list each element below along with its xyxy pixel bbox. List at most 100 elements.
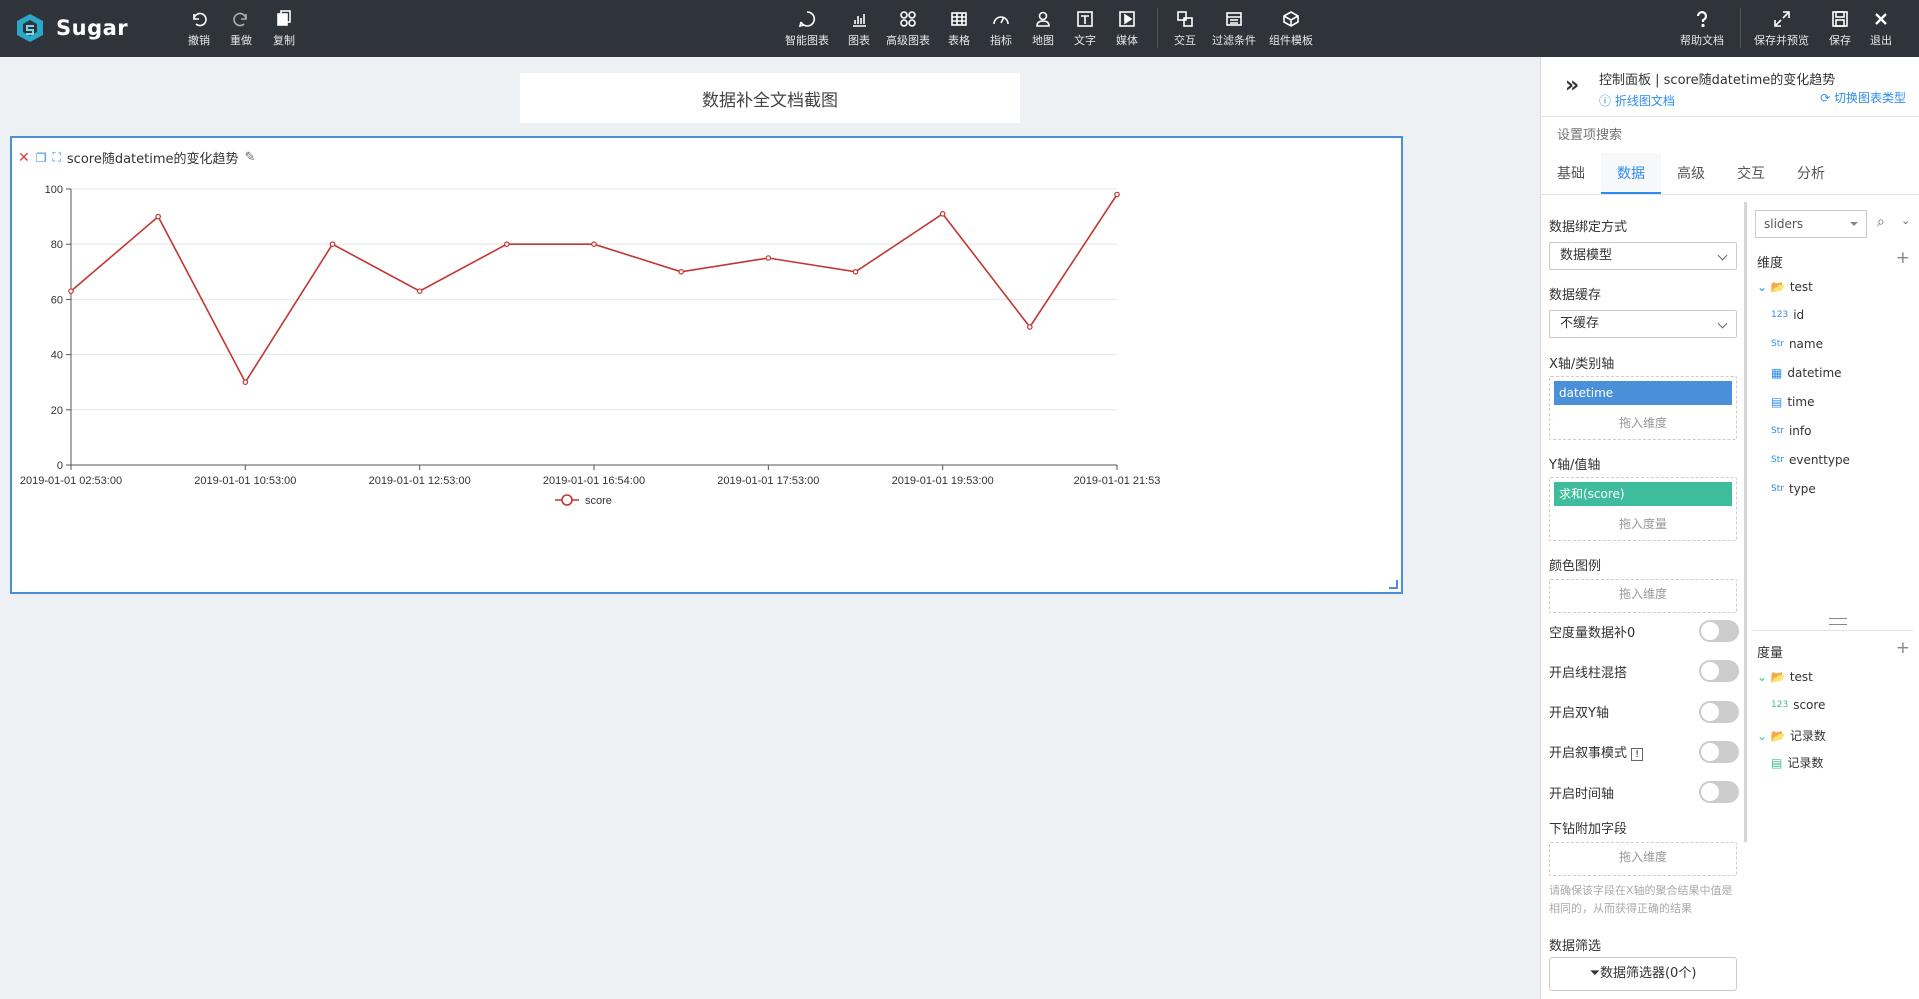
interaction-button[interactable]: 交互 (1174, 10, 1196, 48)
tab-analysis[interactable]: 分析 (1781, 153, 1841, 194)
field-record-count[interactable]: ▤ 记录数 (1771, 754, 1823, 771)
chart-component[interactable]: 0 20 40 60 80 100 2019-01-01 02:53:00 2019-01-0… (10, 136, 1403, 594)
gauge-icon (993, 16, 1009, 25)
chart-header: ✕ ❐ ⛶ score随datetime的变化趋势 ✎ (18, 148, 256, 168)
x-tick-label: 2019-01-01 12:53:00 (369, 475, 471, 487)
tab-interaction[interactable]: 交互 (1721, 153, 1781, 194)
score-point (242, 379, 249, 386)
tab-data[interactable]: 数据 (1601, 153, 1661, 194)
score-line (70, 194, 1118, 384)
drill-dropzone[interactable]: 拖入维度 (1549, 842, 1737, 876)
x-tick-label: 2019-01-01 16:54:00 (543, 475, 645, 487)
field-id[interactable]: 123 id (1771, 308, 1804, 322)
tab-advanced[interactable]: 高级 (1661, 153, 1721, 194)
info-icon[interactable]: ! (1631, 748, 1644, 761)
y-tick-label: 80 (51, 239, 63, 251)
app-name: Sugar (56, 16, 129, 40)
score-point (155, 213, 161, 220)
score-point (678, 269, 684, 275)
toggle-line-bar[interactable] (1699, 660, 1739, 682)
search-icon[interactable]: ⌕ (1877, 214, 1885, 230)
collapse-panel-icon[interactable]: » (1565, 73, 1579, 98)
data-filter-button[interactable]: ⏷数据筛选器(0个) (1549, 957, 1737, 991)
toggle-dual-y[interactable] (1699, 701, 1739, 723)
table-button[interactable]: 表格 (948, 10, 970, 48)
field-eventtype[interactable]: Str eventtype (1771, 453, 1850, 467)
field-score[interactable]: 123 score (1771, 698, 1825, 712)
x-axis-field-pill[interactable]: datetime (1554, 381, 1732, 405)
text-button[interactable]: 文字 (1074, 10, 1096, 48)
redo-button[interactable]: 重做 (230, 10, 252, 48)
copy-button[interactable]: 复制 (273, 10, 295, 48)
top-toolbar: Sugar 撤销 重做 复制 智能图表 图表 高级图表 表格 指标 地图 文字 (0, 0, 1919, 57)
toggle-timeline-label: 开启时间轴 (1549, 787, 1615, 802)
save-preview-button[interactable]: 保存并预览 (1754, 10, 1809, 48)
binding-select[interactable]: 数据模型 (1549, 242, 1737, 270)
string-type-icon: Str (1771, 455, 1784, 465)
measure-folder[interactable]: ⌄ 📂 test (1757, 670, 1813, 684)
media-button[interactable]: 媒体 (1116, 10, 1138, 48)
save-button[interactable]: 保存 (1829, 10, 1851, 48)
toggle-narrative[interactable] (1699, 741, 1739, 763)
y-axis-field-pill[interactable]: 求和(score) (1554, 482, 1732, 506)
line-chart-doc-link[interactable]: ⓘ 折线图文档 (1599, 92, 1675, 109)
toolbar-separator (1740, 8, 1741, 48)
string-type-icon: Str (1771, 426, 1784, 436)
x-axis-dropzone[interactable]: datetime 拖入维度 (1549, 376, 1737, 440)
field-type[interactable]: Str type (1771, 482, 1816, 496)
undo-button[interactable]: 撤销 (188, 10, 210, 48)
field-name[interactable]: Str name (1771, 337, 1823, 351)
exit-button[interactable]: 退出 (1870, 10, 1892, 48)
save-icon (1832, 11, 1848, 27)
duplicate-icon[interactable]: ❐ (36, 151, 47, 165)
cache-select[interactable]: 不缓存 (1549, 310, 1737, 338)
chart-button[interactable]: 图表 (848, 10, 870, 48)
component-template-button[interactable]: 组件模板 (1269, 10, 1313, 48)
fullscreen-icon[interactable]: ⛶ (53, 150, 61, 165)
x-tick-label: 2019-01-01 02:53:00 (20, 475, 122, 487)
add-measure-icon[interactable]: + (1896, 638, 1910, 658)
indicator-button[interactable]: 指标 (990, 10, 1012, 48)
y-axis-label: Y轴/值轴 (1549, 458, 1601, 473)
y-axis-dropzone[interactable]: 求和(score) 拖入度量 (1549, 477, 1737, 541)
field-datetime[interactable]: ▦ datetime (1771, 366, 1842, 380)
toggle-timeline[interactable] (1699, 781, 1739, 803)
count-folder[interactable]: ⌄ 📂 记录数 (1757, 727, 1826, 744)
dimension-folder[interactable]: ⌄ 📂 test (1757, 280, 1813, 294)
y-tick-label: 40 (51, 350, 63, 362)
field-time[interactable]: ▤ time (1771, 395, 1814, 409)
folder-open-icon: ⌄ 📂 (1757, 280, 1786, 294)
add-dimension-icon[interactable]: + (1896, 248, 1910, 268)
section-divider (1753, 630, 1913, 631)
field-info[interactable]: Str info (1771, 424, 1811, 438)
delete-icon[interactable]: ✕ (18, 150, 30, 166)
template-icon (1283, 11, 1299, 27)
smart-chart-button[interactable]: 智能图表 (785, 10, 829, 48)
record-count-icon: ▤ (1771, 755, 1783, 770)
x-axis-drop-hint: 拖入维度 (1618, 416, 1667, 430)
line-chart: 0 20 40 60 80 100 2019-01-01 02:53:00 2019-01-0… (20, 184, 1161, 507)
switch-chart-type-link[interactable]: ⟳ 切换图表类型 (1820, 89, 1906, 106)
drill-hint: 请确保该字段在X轴的聚合结果中值是相同的，从而获得正确的结果 (1549, 884, 1733, 915)
edit-pencil-icon[interactable]: ✎ (245, 150, 256, 165)
resize-handle[interactable] (1389, 580, 1398, 589)
drill-label: 下钻附加字段 (1549, 822, 1628, 837)
canvas-title[interactable]: 数据补全文档截图 (520, 73, 1020, 123)
y-tick-label: 20 (51, 405, 63, 417)
split-handle-icon[interactable] (1829, 618, 1847, 625)
chevron-down-icon[interactable]: ⌄ (1901, 214, 1910, 227)
column-divider[interactable] (1744, 202, 1747, 842)
toggle-fill-zero[interactable] (1699, 620, 1739, 642)
filter-condition-button[interactable]: 过滤条件 (1212, 10, 1256, 48)
settings-search-input[interactable] (1549, 120, 1917, 148)
x-tick-label: 2019-01-01 10:53:00 (194, 475, 296, 487)
number-type-icon: 123 (1771, 700, 1789, 710)
advanced-chart-button[interactable]: 高级图表 (886, 10, 930, 48)
funnel-icon: ⏷ (1589, 966, 1600, 981)
map-button[interactable]: 地图 (1032, 10, 1054, 48)
tab-basic[interactable]: 基础 (1541, 153, 1601, 194)
toggle-dual-y-label: 开启双Y轴 (1549, 706, 1609, 721)
data-source-select[interactable]: sliders (1755, 210, 1867, 238)
help-doc-button[interactable]: 帮助文档 (1680, 10, 1724, 48)
color-legend-dropzone[interactable]: 拖入维度 (1549, 579, 1737, 613)
